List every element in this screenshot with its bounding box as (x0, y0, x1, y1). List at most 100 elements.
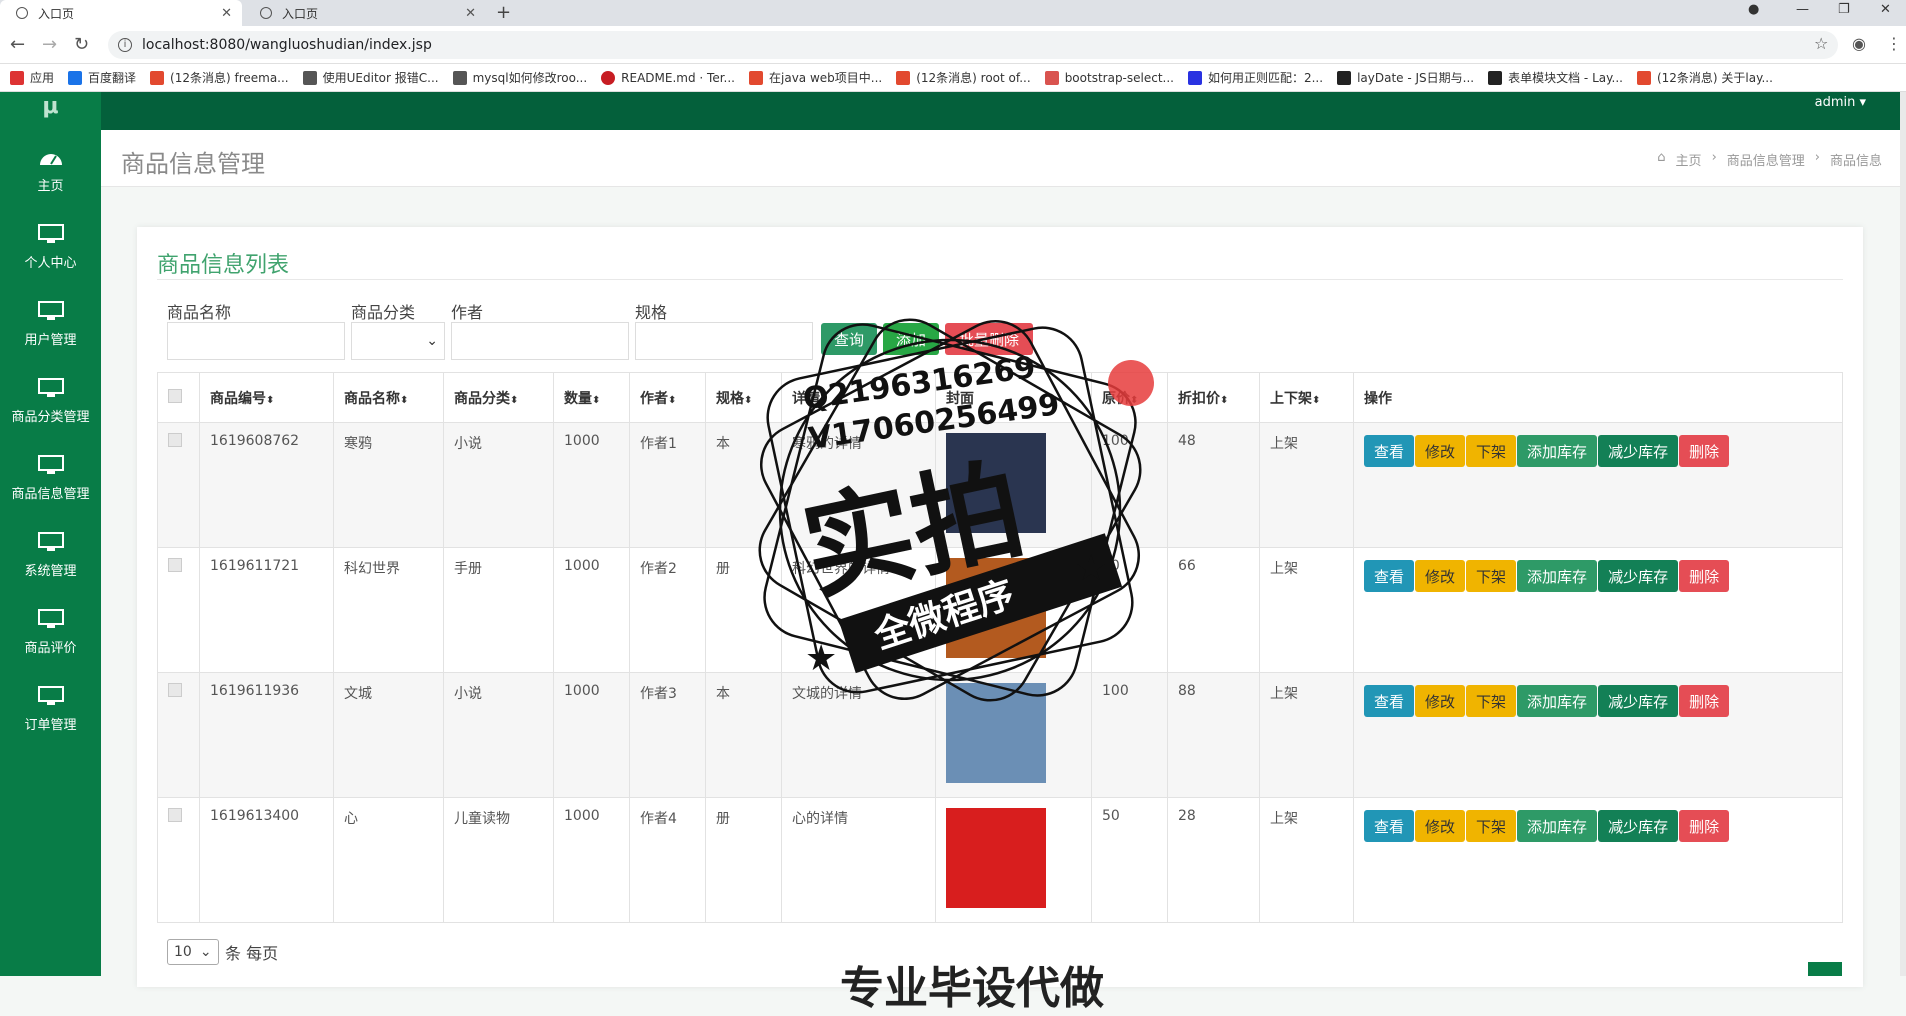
filter-label-spec: 规格 (635, 303, 668, 322)
filter-author-input[interactable] (451, 322, 629, 360)
bookmark[interactable]: 在java web项目中... (749, 69, 882, 86)
reduce-stock-button[interactable]: 减少库存 (1598, 435, 1679, 467)
delete-button[interactable]: 删除 (1679, 435, 1730, 467)
add-button[interactable]: 添加 (883, 323, 939, 355)
bookmark[interactable]: 表单模块文档 - Lay... (1488, 69, 1623, 86)
admin-menu[interactable]: admin ▾ (1815, 95, 1866, 110)
back-icon[interactable]: ← (10, 34, 25, 55)
back-to-top-button[interactable] (1808, 962, 1842, 976)
sort-icon: ⬍ (266, 394, 275, 406)
batch-delete-button[interactable]: 批量删除 (945, 323, 1033, 355)
restore-icon[interactable]: ❐ (1838, 2, 1850, 17)
reload-icon[interactable]: ↻ (74, 34, 89, 55)
profile-menu-icon[interactable]: ● (1748, 2, 1759, 17)
menu-dots-icon[interactable]: ⋮ (1886, 34, 1902, 53)
col-header[interactable]: 规格⬍ (705, 372, 782, 423)
address-bar: ← → ↻ i localhost:8080/wangluoshudian/in… (0, 26, 1906, 64)
col-header[interactable]: 详情⬍ (781, 372, 936, 423)
cover-image[interactable] (946, 683, 1046, 783)
bookmark[interactable]: (12条消息) 关于lay... (1636, 69, 1773, 86)
edit-button[interactable]: 修改 (1415, 560, 1466, 592)
col-header[interactable]: 数量⬍ (553, 372, 630, 423)
view-button[interactable]: 查看 (1364, 560, 1415, 592)
bookmark[interactable]: 如何用正则匹配：2... (1187, 69, 1323, 86)
bookmark[interactable]: 百度翻译 (68, 69, 136, 86)
bookmark[interactable]: layDate - JS日期与... (1337, 69, 1474, 86)
col-header[interactable]: 商品分类⬍ (443, 372, 554, 423)
unlist-button[interactable]: 下架 (1466, 560, 1517, 592)
edit-button[interactable]: 修改 (1415, 685, 1466, 717)
bookmark[interactable]: (12条消息) root of... (896, 69, 1031, 86)
url-field[interactable]: i localhost:8080/wangluoshudian/index.js… (108, 31, 1838, 59)
row-checkbox[interactable] (168, 558, 182, 572)
sidebar-item-home[interactable]: 主页 (0, 132, 101, 209)
unlist-button[interactable]: 下架 (1466, 685, 1517, 717)
browser-tab[interactable]: 入口页 ✕ (0, 0, 242, 26)
cursor-highlight (1108, 360, 1154, 406)
reduce-stock-button[interactable]: 减少库存 (1598, 810, 1679, 842)
col-header[interactable]: 作者⬍ (629, 372, 706, 423)
breadcrumb-section[interactable]: 商品信息管理 (1727, 150, 1805, 169)
add-stock-button[interactable]: 添加库存 (1517, 810, 1598, 842)
view-button[interactable]: 查看 (1364, 685, 1415, 717)
sidebar-item-orders[interactable]: 订单管理 (0, 671, 101, 748)
bookmark[interactable]: bootstrap-select... (1044, 70, 1174, 85)
page-size-select[interactable]: 10 ⌄ (167, 939, 219, 965)
bookmark[interactable]: README.md · Ter... (601, 70, 735, 85)
sidebar-item-products[interactable]: 商品信息管理 (0, 440, 101, 517)
reduce-stock-button[interactable]: 减少库存 (1598, 685, 1679, 717)
filter-name-input[interactable] (167, 322, 345, 360)
delete-button[interactable]: 删除 (1679, 685, 1730, 717)
cover-image[interactable] (946, 558, 1046, 658)
scrollbar[interactable] (1900, 92, 1906, 976)
edit-button[interactable]: 修改 (1415, 810, 1466, 842)
row-checkbox[interactable] (168, 433, 182, 447)
close-tab-icon[interactable]: ✕ (465, 6, 476, 21)
add-stock-button[interactable]: 添加库存 (1517, 685, 1598, 717)
col-header[interactable]: 折扣价⬍ (1167, 372, 1260, 423)
forward-icon[interactable]: → (42, 34, 57, 55)
sidebar-item-users[interactable]: 用户管理 (0, 286, 101, 363)
sidebar-item-profile[interactable]: 个人中心 (0, 209, 101, 286)
bookmark[interactable]: (12条消息) freema... (150, 69, 289, 86)
account-icon[interactable]: ◉ (1852, 34, 1866, 53)
view-button[interactable]: 查看 (1364, 810, 1415, 842)
info-icon[interactable]: i (118, 38, 132, 52)
filter-spec-input[interactable] (635, 322, 813, 360)
browser-tab[interactable]: 入口页 ✕ (244, 0, 486, 26)
search-button[interactable]: 查询 (821, 323, 877, 355)
add-stock-button[interactable]: 添加库存 (1517, 435, 1598, 467)
bookmark-label: 表单模块文档 - Lay... (1508, 71, 1623, 85)
reduce-stock-button[interactable]: 减少库存 (1598, 560, 1679, 592)
row-checkbox[interactable] (168, 683, 182, 697)
close-tab-icon[interactable]: ✕ (221, 6, 232, 21)
cell-detail: 心的详情 (781, 797, 936, 923)
delete-button[interactable]: 删除 (1679, 810, 1730, 842)
row-checkbox[interactable] (168, 808, 182, 822)
new-tab-button[interactable]: + (496, 2, 511, 23)
select-all-checkbox[interactable] (168, 388, 182, 403)
bookmark[interactable]: 使用UEditor 报错C... (302, 69, 439, 86)
sidebar-item-categories[interactable]: 商品分类管理 (0, 363, 101, 440)
unlist-button[interactable]: 下架 (1466, 810, 1517, 842)
breadcrumb-home[interactable]: 主页 (1676, 150, 1702, 169)
close-window-icon[interactable]: ✕ (1880, 2, 1891, 17)
cover-image[interactable] (946, 808, 1046, 908)
star-icon[interactable]: ☆ (1814, 34, 1828, 53)
cover-image[interactable] (946, 433, 1046, 533)
col-header[interactable]: 上下架⬍ (1259, 372, 1354, 423)
minimize-icon[interactable]: — (1796, 2, 1809, 17)
filter-category-select[interactable]: ⌄ (351, 322, 445, 360)
sidebar-item-system[interactable]: 系统管理 (0, 517, 101, 594)
col-header[interactable]: 商品名称⬍ (333, 372, 444, 423)
add-stock-button[interactable]: 添加库存 (1517, 560, 1598, 592)
bookmark[interactable]: mysql如何修改roo... (452, 69, 587, 86)
delete-button[interactable]: 删除 (1679, 560, 1730, 592)
unlist-button[interactable]: 下架 (1466, 435, 1517, 467)
col-header[interactable]: 商品编号⬍ (199, 372, 334, 423)
bookmark-apps[interactable]: 应用 (10, 69, 54, 86)
sort-icon: ⬍ (1312, 394, 1321, 406)
sidebar-item-reviews[interactable]: 商品评价 (0, 594, 101, 671)
view-button[interactable]: 查看 (1364, 435, 1415, 467)
edit-button[interactable]: 修改 (1415, 435, 1466, 467)
